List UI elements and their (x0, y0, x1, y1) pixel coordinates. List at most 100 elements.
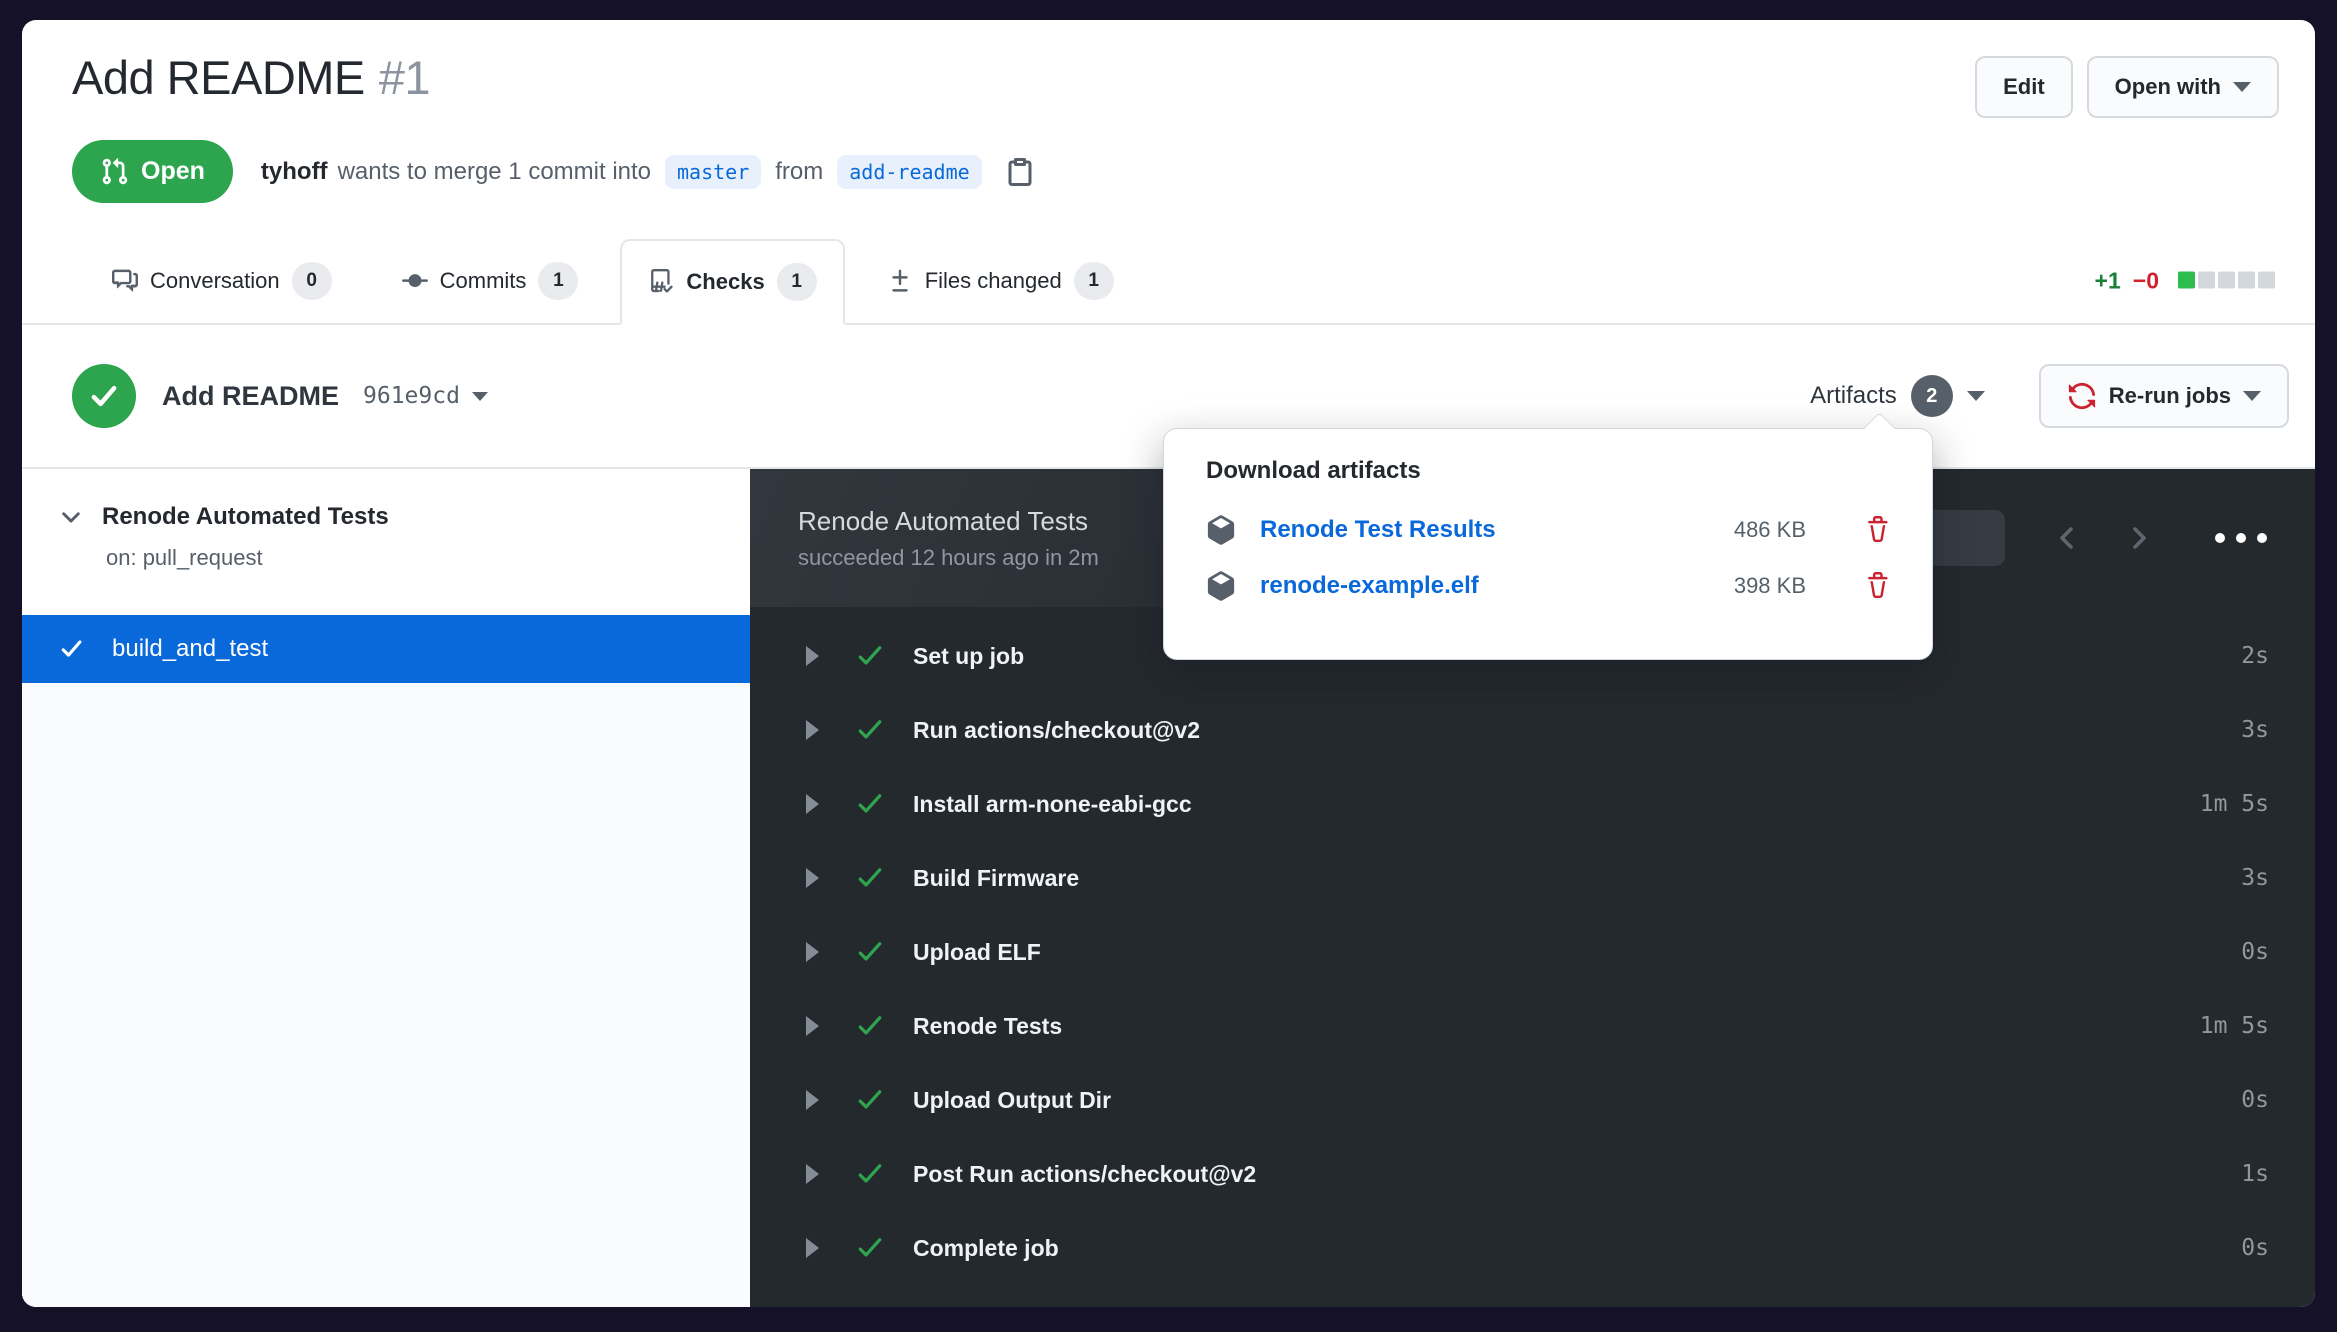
artifact-download-link[interactable]: renode-example.elf (1260, 572, 1479, 600)
workflow-group-toggle[interactable]: Renode Automated Tests (58, 503, 750, 531)
copy-branch-button[interactable] (1004, 156, 1036, 188)
artifacts-count-badge: 2 (1911, 375, 1953, 417)
delete-artifact-button[interactable] (1864, 572, 1892, 600)
step-row: Renode Tests 1m 5s (806, 989, 2269, 1063)
tab-count: 0 (292, 262, 332, 300)
expand-step-icon[interactable] (806, 1238, 819, 1258)
expand-step-icon[interactable] (806, 646, 819, 666)
step-success-icon (855, 1233, 885, 1263)
step-name[interactable]: Complete job (913, 1235, 2241, 1262)
checklist-icon (648, 269, 674, 295)
expand-step-icon[interactable] (806, 720, 819, 740)
pr-header: Add README#1 Edit Open with Open tyhoff … (22, 20, 2315, 203)
step-row: Upload ELF 0s (806, 915, 2269, 989)
step-success-icon (855, 1011, 885, 1041)
diff-deletions: −0 (2133, 268, 2159, 295)
artifact-download-link[interactable]: Renode Test Results (1260, 516, 1496, 544)
step-row: Upload Output Dir 0s (806, 1063, 2269, 1137)
job-status-line: succeeded 12 hours ago in 2m (798, 545, 1099, 571)
step-name[interactable]: Upload Output Dir (913, 1087, 2241, 1114)
diff-block (2178, 272, 2195, 289)
artifact-size: 398 KB (1734, 573, 1806, 599)
tab-count: 1 (1074, 262, 1114, 300)
step-duration: 1m 5s (2200, 791, 2269, 817)
diff-additions: +1 (2095, 268, 2121, 295)
pr-tab-bar: Conversation 0 Commits 1 Checks 1 Files … (22, 239, 2315, 325)
step-name[interactable]: Post Run actions/checkout@v2 (913, 1161, 2241, 1188)
git-commit-icon (402, 268, 428, 294)
sync-icon (2067, 381, 2097, 411)
package-icon (1206, 571, 1236, 601)
artifact-size: 486 KB (1734, 517, 1806, 543)
tab-conversation[interactable]: Conversation 0 (84, 239, 360, 323)
artifacts-dropdown-toggle[interactable]: Artifacts 2 (1810, 375, 1985, 417)
job-list: build_and_test (22, 571, 750, 683)
step-row: Install arm-none-eabi-gcc 1m 5s (806, 767, 2269, 841)
workflow-group-title: Renode Automated Tests (102, 503, 389, 531)
page-title: Add README#1 (72, 50, 430, 105)
step-name[interactable]: Renode Tests (913, 1013, 2200, 1040)
step-name[interactable]: Build Firmware (913, 865, 2241, 892)
diff-icon (887, 268, 913, 294)
sidebar-filler (22, 683, 750, 1307)
head-branch-label[interactable]: add-readme (837, 155, 981, 189)
workflow-success-icon (72, 364, 136, 428)
check-icon (58, 635, 86, 663)
step-duration: 1m 5s (2200, 1013, 2269, 1039)
diff-block (2258, 272, 2275, 289)
open-with-button[interactable]: Open with (2087, 56, 2279, 118)
jobs-sidebar: Renode Automated Tests on: pull_request … (22, 469, 750, 1307)
expand-step-icon[interactable] (806, 942, 819, 962)
step-name[interactable]: Upload ELF (913, 939, 2241, 966)
base-branch-label[interactable]: master (665, 155, 761, 189)
status-badge: Open (72, 140, 233, 203)
step-success-icon (855, 937, 885, 967)
copy-icon (1004, 156, 1036, 188)
expand-step-icon[interactable] (806, 1016, 819, 1036)
artifact-row: Renode Test Results 486 KB (1206, 515, 1892, 545)
rerun-jobs-button[interactable]: Re-run jobs (2039, 364, 2289, 428)
tab-commits[interactable]: Commits 1 (374, 239, 607, 323)
expand-step-icon[interactable] (806, 794, 819, 814)
trash-icon (1864, 572, 1892, 600)
chevron-down-icon (472, 392, 488, 401)
pr-author[interactable]: tyhoff (261, 158, 328, 186)
sidebar-job-item[interactable]: build_and_test (22, 615, 750, 683)
job-title: Renode Automated Tests (798, 506, 1099, 537)
commit-selector[interactable]: 961e9cd (363, 383, 488, 409)
step-name[interactable]: Install arm-none-eabi-gcc (913, 791, 2200, 818)
search-prev-button[interactable] (2051, 522, 2083, 554)
tab-checks[interactable]: Checks 1 (620, 239, 844, 325)
step-duration: 0s (2241, 1087, 2269, 1113)
git-pull-request-icon (100, 157, 129, 186)
log-settings-kebab-icon[interactable] (2213, 527, 2269, 549)
search-next-button[interactable] (2123, 522, 2155, 554)
chevron-down-icon (2233, 82, 2251, 92)
artifacts-popover-title: Download artifacts (1206, 457, 1892, 485)
workflow-group: Renode Automated Tests on: pull_request (22, 469, 750, 571)
delete-artifact-button[interactable] (1864, 516, 1892, 544)
diff-blocks (2175, 268, 2275, 295)
expand-step-icon[interactable] (806, 1090, 819, 1110)
step-duration: 3s (2241, 717, 2269, 743)
chevron-down-icon (2243, 391, 2261, 401)
job-name: build_and_test (112, 635, 268, 663)
diff-block (2218, 272, 2235, 289)
step-success-icon (855, 641, 885, 671)
expand-step-icon[interactable] (806, 868, 819, 888)
tab-count: 1 (777, 263, 817, 301)
step-duration: 0s (2241, 939, 2269, 965)
artifact-row: renode-example.elf 398 KB (1206, 571, 1892, 601)
step-duration: 1s (2241, 1161, 2269, 1187)
expand-step-icon[interactable] (806, 1164, 819, 1184)
tab-files-changed[interactable]: Files changed 1 (859, 239, 1142, 323)
edit-button[interactable]: Edit (1975, 56, 2073, 118)
github-pr-checks-page: { "colors": { "page_background": "#15112… (0, 0, 2337, 1332)
step-row: Complete job 0s (806, 1211, 2269, 1285)
step-row: Run actions/checkout@v2 3s (806, 693, 2269, 767)
step-name[interactable]: Run actions/checkout@v2 (913, 717, 2241, 744)
tab-count: 1 (538, 262, 578, 300)
step-success-icon (855, 789, 885, 819)
diff-stat: +1 −0 (2095, 268, 2275, 295)
diff-block (2238, 272, 2255, 289)
